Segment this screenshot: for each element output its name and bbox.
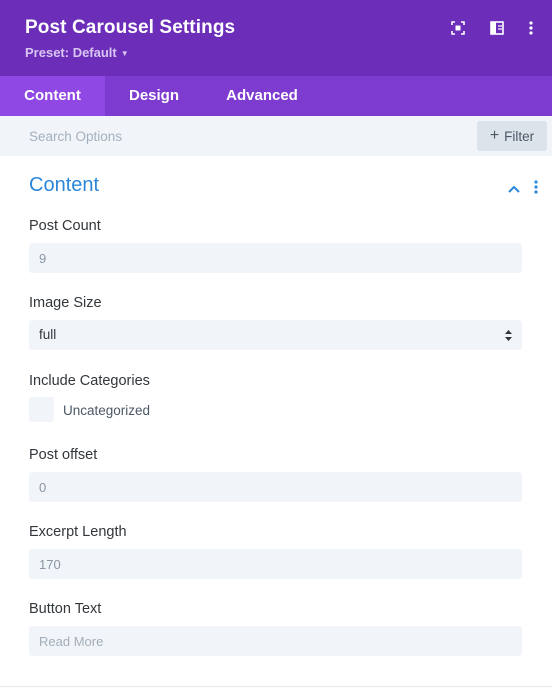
chevron-up-icon[interactable] <box>507 181 521 193</box>
uncategorized-checkbox[interactable] <box>29 397 54 422</box>
include-categories-label: Include Categories <box>29 373 150 389</box>
button-text-label: Button Text <box>29 601 102 617</box>
filter-button[interactable]: + Filter <box>477 121 547 151</box>
modal-title: Post Carousel Settings <box>25 17 236 38</box>
filter-label: Filter <box>504 128 535 144</box>
split-view-icon[interactable] <box>488 19 506 37</box>
preset-selector[interactable]: Preset: Default ▼ <box>25 45 129 60</box>
expand-icon[interactable] <box>449 19 467 37</box>
excerpt-length-label: Excerpt Length <box>29 524 127 540</box>
bottom-divider <box>0 686 552 687</box>
search-options-input[interactable] <box>0 116 470 156</box>
post-count-label: Post Count <box>29 218 101 234</box>
preset-label: Preset: Default <box>25 45 117 60</box>
settings-tabs: Content Design Advanced <box>0 76 552 116</box>
section-more-icon[interactable] <box>531 179 541 195</box>
post-offset-input[interactable] <box>29 472 522 502</box>
plus-icon: + <box>489 126 500 144</box>
image-size-value: full <box>39 327 57 342</box>
excerpt-length-input[interactable] <box>29 549 522 579</box>
button-text-input[interactable] <box>29 626 522 656</box>
search-bar: + Filter <box>0 116 552 156</box>
more-vertical-icon[interactable] <box>522 19 540 37</box>
tab-advanced[interactable]: Advanced <box>203 76 321 116</box>
caret-down-icon: ▼ <box>120 48 129 58</box>
uncategorized-label[interactable]: Uncategorized <box>63 403 150 418</box>
section-title-content[interactable]: Content <box>29 174 99 197</box>
image-size-select[interactable]: full <box>29 320 522 350</box>
select-arrows-icon <box>505 330 512 341</box>
image-size-label: Image Size <box>29 295 102 311</box>
tab-content[interactable]: Content <box>0 76 105 116</box>
tab-design[interactable]: Design <box>105 76 203 116</box>
post-offset-label: Post offset <box>29 447 98 463</box>
settings-header: Post Carousel Settings Preset: Default ▼ <box>0 0 552 76</box>
post-count-input[interactable] <box>29 243 522 273</box>
